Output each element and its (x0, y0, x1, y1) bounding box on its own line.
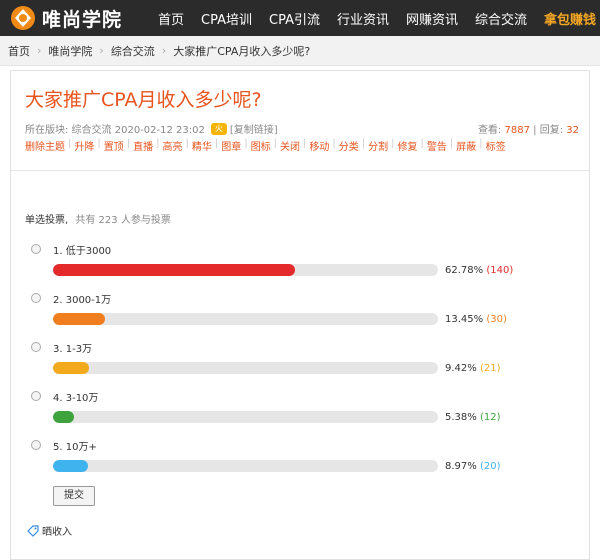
nav-home[interactable]: 首页 (158, 9, 184, 28)
thread-header: 大家推广CPA月收入多少呢? 所在版块: 综合交流 2020-02-12 23:… (11, 71, 589, 171)
nav-cpa-traffic[interactable]: CPA引流 (269, 9, 320, 28)
breadcrumb-home[interactable]: 首页 (8, 43, 30, 59)
breadcrumb-forum[interactable]: 综合交流 (111, 43, 155, 59)
show-income-link[interactable]: 晒收入 (27, 523, 72, 538)
admin-raise-lower[interactable]: 升降 (74, 138, 94, 153)
top-nav: 唯尚学院 首页 CPA培训 CPA引流 行业资讯 网赚资讯 综合交流 拿包赚钱 (0, 0, 600, 36)
admin-close[interactable]: 关闭 (280, 138, 300, 153)
poll-option-count: (140) (486, 265, 514, 276)
poll-option: 2. 3000-1万 13.45% (30) (25, 290, 575, 338)
admin-split[interactable]: 分割 (368, 138, 388, 153)
copy-link-button[interactable]: [复制链接] (230, 121, 278, 136)
thread-meta: 所在版块: 综合交流 2020-02-12 23:02 火 [复制链接] (25, 121, 278, 136)
nav-general-discussion[interactable]: 综合交流 (475, 9, 527, 28)
poll-option-fill (53, 411, 74, 423)
poll-option-fill (53, 264, 295, 276)
poll-option: 1. 低于3000 62.78% (140) (25, 241, 575, 289)
poll-option-radio[interactable] (31, 440, 41, 450)
poll-option-result: 62.78% (140) (445, 265, 513, 276)
admin-pin[interactable]: 置顶 (104, 138, 124, 153)
poll-option-percent: 62.78% (445, 265, 484, 276)
replies-count: 32 (566, 125, 579, 136)
poll-option-label: 1. 低于3000 (53, 246, 112, 257)
poll-option: 3. 1-3万 9.42% (21) (25, 339, 575, 387)
show-income-label: 晒收入 (42, 527, 72, 538)
poll-option-percent: 5.38% (445, 412, 477, 423)
poll-option-bar (53, 460, 438, 472)
admin-category[interactable]: 分类 (339, 138, 359, 153)
admin-tags[interactable]: 标签 (486, 138, 506, 153)
poll-option-percent: 13.45% (445, 314, 484, 325)
replies-label: 回复: (539, 125, 564, 136)
nav-earn-money[interactable]: 拿包赚钱 (544, 9, 596, 28)
admin-highlight[interactable]: 高亮 (163, 138, 183, 153)
poll-submit-button[interactable]: 提交 (53, 486, 95, 506)
admin-icon[interactable]: 图标 (251, 138, 271, 153)
poll-option-radio[interactable] (31, 293, 41, 303)
poll-option-fill (53, 313, 105, 325)
nav-industry-news[interactable]: 行业资讯 (337, 9, 389, 28)
poll-option-result: 13.45% (30) (445, 314, 507, 325)
poll-option-fill (53, 460, 88, 472)
poll-option-result: 5.38% (12) (445, 412, 501, 423)
admin-warn[interactable]: 警告 (427, 138, 447, 153)
poll-option-radio[interactable] (31, 391, 41, 401)
admin-actions: 删除主题 | 升降 | 置顶 | 直播 | 高亮 | 精华 | 图章 | 图标 | 关闭 | 移动… (25, 138, 506, 153)
thread-card: 大家推广CPA月收入多少呢? 所在版块: 综合交流 2020-02-12 23:… (10, 70, 590, 560)
breadcrumb-thread[interactable]: 大家推广CPA月收入多少呢? (173, 43, 310, 59)
admin-live[interactable]: 直播 (133, 138, 153, 153)
poll-option-radio[interactable] (31, 244, 41, 254)
poll-option-label: 4. 3-10万 (53, 393, 99, 404)
poll-option-bar (53, 313, 438, 325)
poll-title: 单选投票 (25, 215, 65, 226)
poll-header: 单选投票, 共有 223 人参与投票 (25, 211, 171, 226)
poll-option-bar (53, 411, 438, 423)
tag-icon (27, 524, 39, 537)
thread-title: 大家推广CPA月收入多少呢? (25, 89, 262, 111)
poll-option-result: 9.42% (21) (445, 363, 501, 374)
views-label: 查看: (477, 125, 502, 136)
poll-title-separator: , (65, 215, 69, 226)
poll-option-radio[interactable] (31, 342, 41, 352)
poll-option-label: 3. 1-3万 (53, 344, 93, 355)
admin-stamp[interactable]: 图章 (221, 138, 241, 153)
poll-option-count: (20) (479, 461, 501, 472)
admin-move[interactable]: 移动 (309, 138, 329, 153)
poll-option-result: 8.97% (20) (445, 461, 501, 472)
breadcrumb-site[interactable]: 唯尚学院 (48, 43, 92, 59)
hot-icon: 火 (210, 122, 227, 135)
logo-icon (11, 6, 35, 30)
nav-cpa-training[interactable]: CPA培训 (201, 9, 252, 28)
poll-option-count: (12) (479, 412, 501, 423)
thread-stats: 查看: 7887 | 回复: 32 (478, 121, 579, 136)
site-logo[interactable]: 唯尚学院 (8, 4, 122, 32)
admin-repair[interactable]: 修复 (398, 138, 418, 153)
site-name: 唯尚学院 (42, 8, 123, 31)
thread-meta-text: 所在版块: 综合交流 2020-02-12 23:02 (25, 125, 205, 136)
poll-option-count: (30) (486, 314, 507, 325)
breadcrumb-separator: › (37, 44, 42, 57)
breadcrumb-separator: › (99, 44, 104, 57)
poll-option-fill (53, 362, 90, 374)
poll-option: 5. 10万+ 8.97% (20) (25, 437, 575, 485)
poll-option-bar (53, 264, 438, 276)
poll-option-percent: 8.97% (445, 461, 477, 472)
admin-block[interactable]: 屏蔽 (456, 138, 476, 153)
views-count: 7887 (504, 125, 530, 136)
nav-online-earning[interactable]: 网赚资讯 (406, 9, 458, 28)
admin-delete[interactable]: 删除主题 (25, 138, 65, 153)
breadcrumb-separator: › (161, 44, 167, 57)
poll-option-label: 2. 3000-1万 (53, 295, 112, 306)
admin-digest[interactable]: 精华 (192, 138, 212, 153)
breadcrumb: 首页 › 唯尚学院 › 综合交流 › 大家推广CPA月收入多少呢? (0, 36, 600, 66)
poll-option: 4. 3-10万 5.38% (12) (25, 388, 575, 436)
poll-option-bar (53, 362, 438, 374)
poll-option-label: 5. 10万+ (53, 442, 97, 453)
poll-option-count: (21) (479, 363, 501, 374)
poll-option-percent: 9.42% (445, 363, 477, 374)
poll-subtitle: 共有 223 人参与投票 (75, 215, 171, 226)
